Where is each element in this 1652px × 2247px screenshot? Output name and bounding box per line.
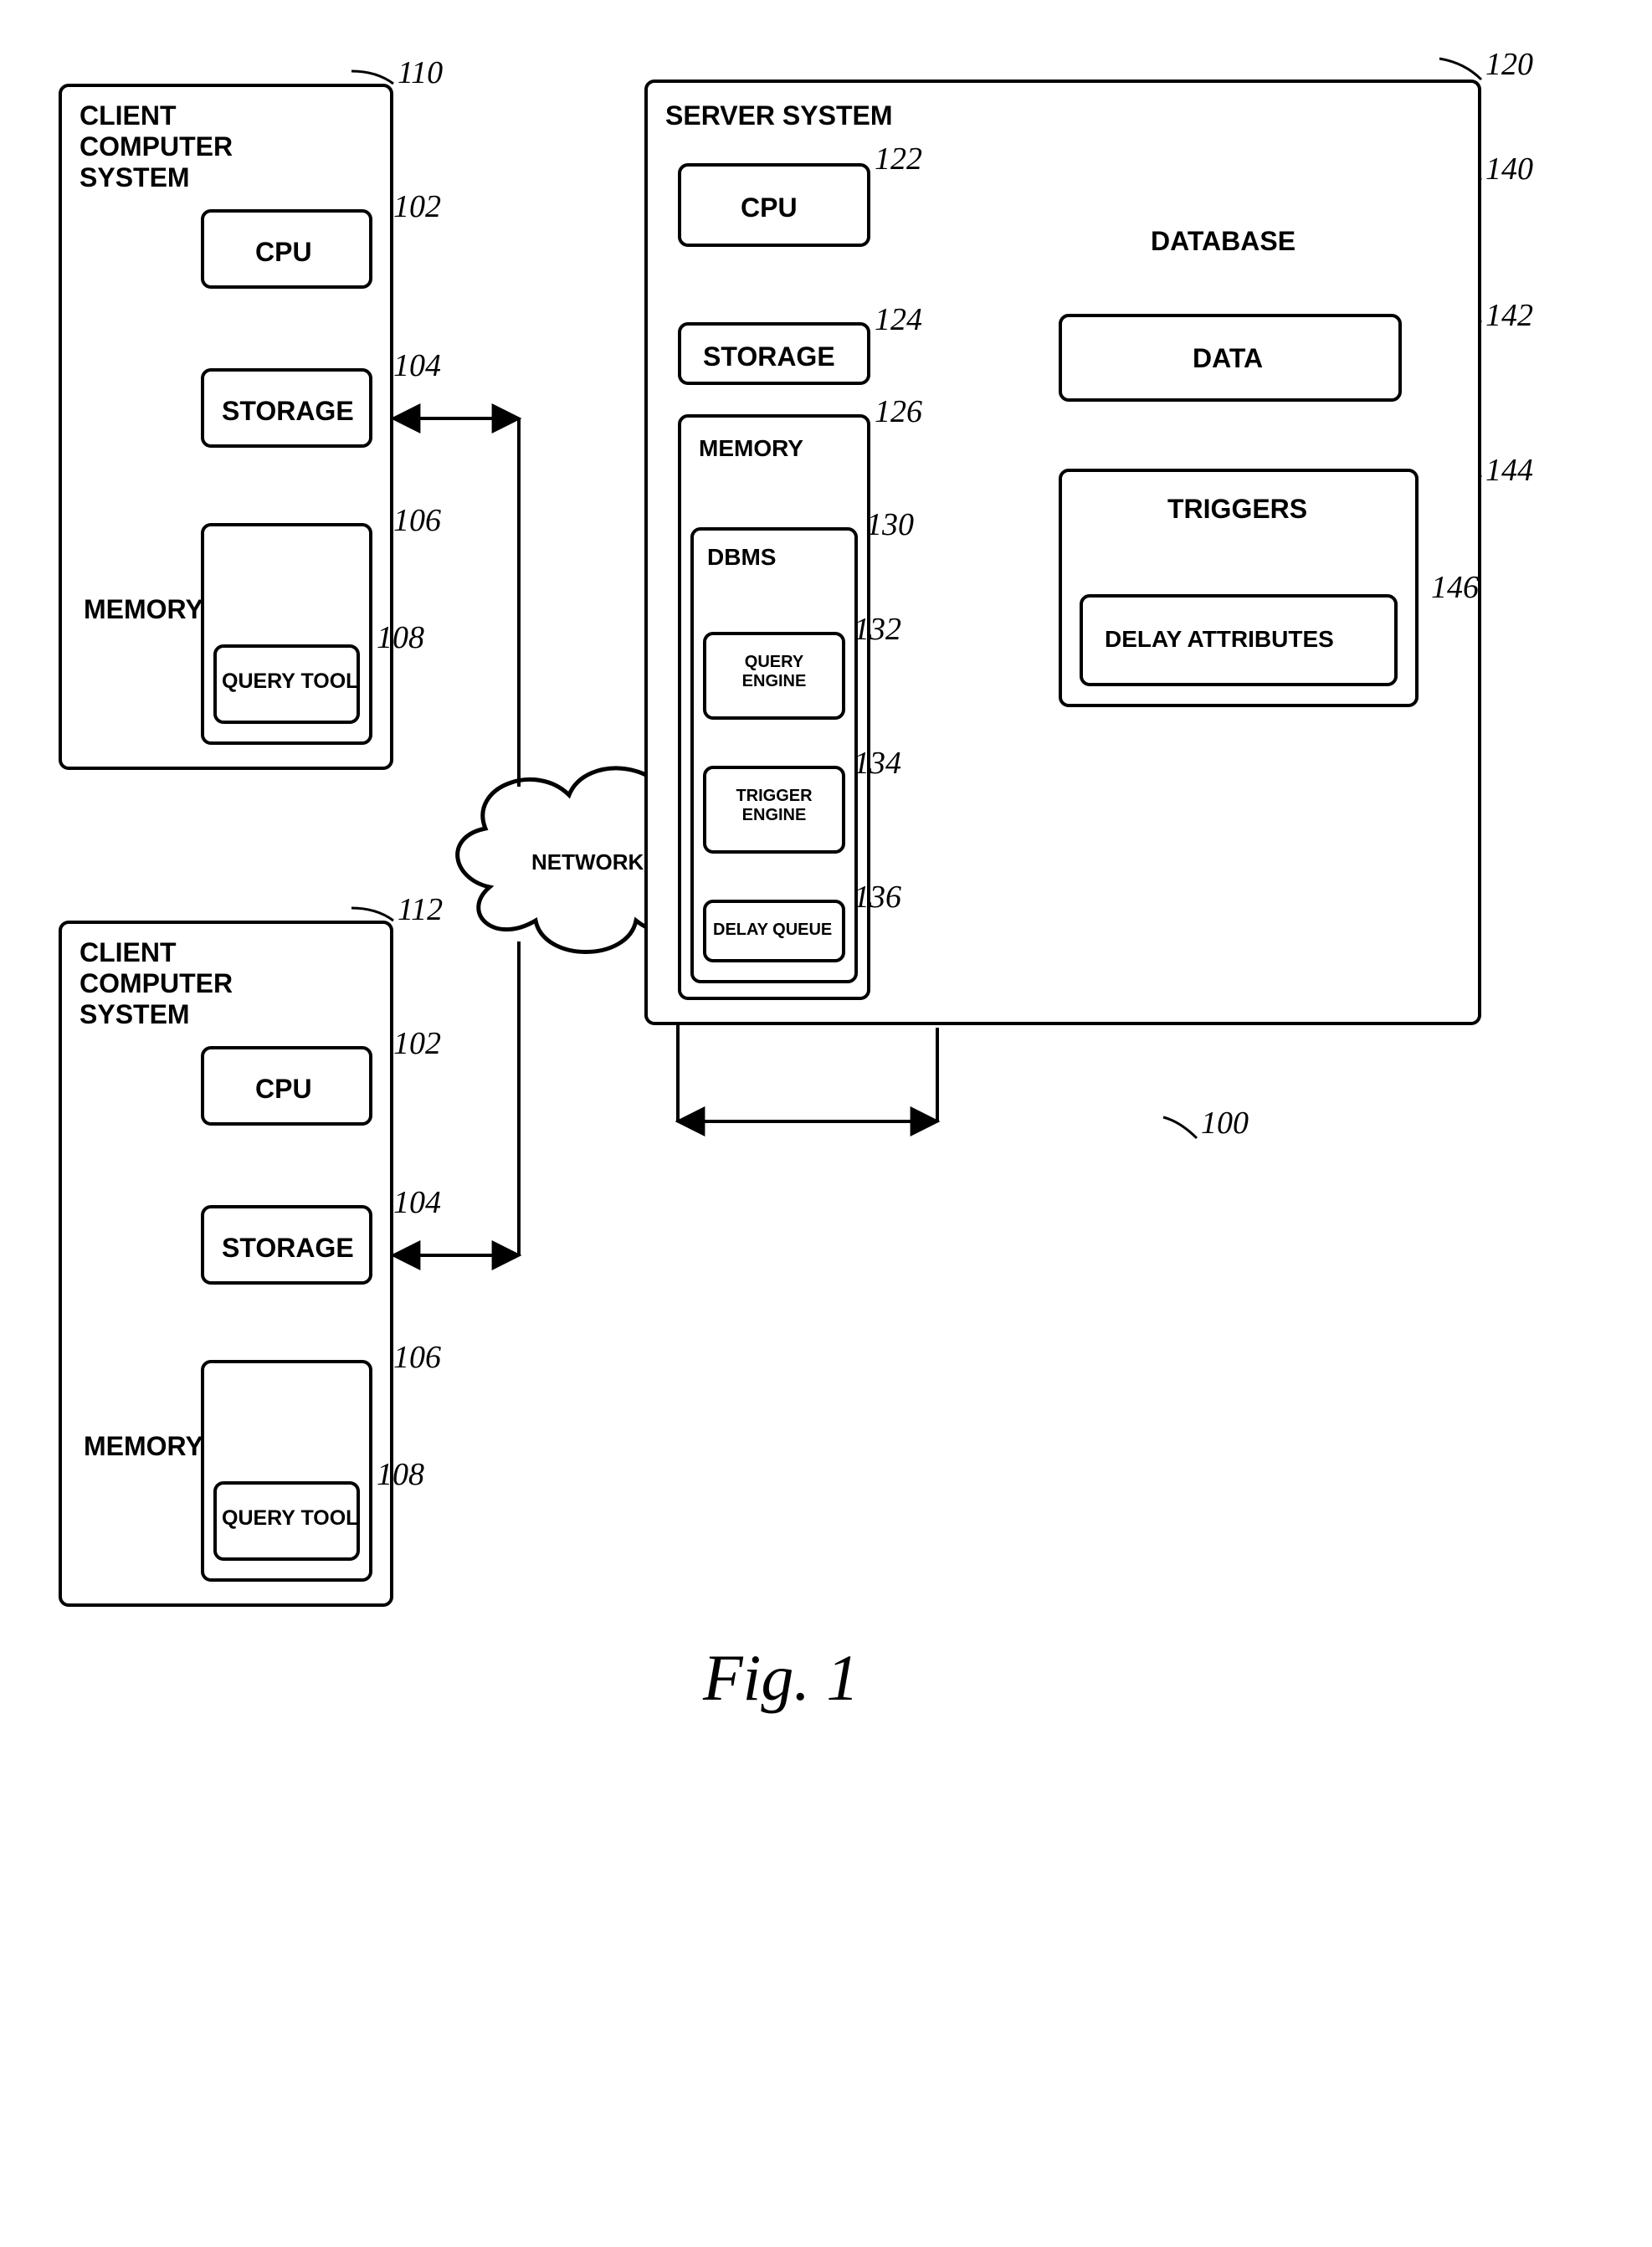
client2-title: CLIENT COMPUTER SYSTEM [80, 937, 233, 1029]
server-dq-label: DELAY QUEUE [713, 921, 832, 940]
client1-memory-label: MEMORY [84, 594, 203, 625]
ref-102b: 102 [393, 1025, 441, 1062]
client2-storage-label: STORAGE [222, 1233, 354, 1264]
db-trig-label: TRIGGERS [1167, 494, 1307, 525]
client1-qtool-label: QUERY TOOL [222, 669, 358, 694]
ref-106b: 106 [393, 1339, 441, 1376]
db-data-label: DATA [1193, 343, 1263, 374]
ref-122: 122 [875, 141, 922, 177]
client1-storage-label: STORAGE [222, 396, 354, 427]
client2-memory-label: MEMORY [84, 1431, 203, 1462]
ref-130: 130 [866, 506, 914, 543]
client2-qtool-label: QUERY TOOL [222, 1506, 358, 1531]
server-storage-label: STORAGE [703, 341, 835, 372]
ref-112: 112 [398, 891, 443, 928]
client1-cpu-label: CPU [255, 237, 312, 268]
db-title: DATABASE [1151, 226, 1295, 257]
ref-134: 134 [854, 745, 901, 782]
ref-124: 124 [875, 301, 922, 338]
client2-cpu-label: CPU [255, 1074, 312, 1105]
ref-140: 140 [1485, 151, 1533, 187]
server-title: SERVER SYSTEM [665, 100, 892, 131]
ref-104a: 104 [393, 347, 441, 384]
ref-108a: 108 [377, 619, 424, 656]
ref-146: 146 [1431, 569, 1479, 606]
network-label: NETWORK [531, 849, 644, 875]
ref-110: 110 [398, 54, 443, 91]
server-dbms-label: DBMS [707, 544, 776, 571]
ref-120: 120 [1485, 46, 1533, 83]
ref-104b: 104 [393, 1184, 441, 1221]
server-cpu-label: CPU [741, 192, 798, 223]
server-memory-label: MEMORY [699, 435, 803, 462]
ref-126: 126 [875, 393, 922, 430]
ref-106a: 106 [393, 502, 441, 539]
server-te-label: TRIGGER ENGINE [716, 787, 833, 825]
ref-144: 144 [1485, 452, 1533, 489]
ref-100: 100 [1201, 1105, 1249, 1141]
db-dattr-label: DELAY ATTRIBUTES [1105, 626, 1334, 653]
server-qe-label: QUERY ENGINE [716, 653, 833, 691]
client1-title: CLIENT COMPUTER SYSTEM [80, 100, 233, 192]
ref-102a: 102 [393, 188, 441, 225]
ref-132: 132 [854, 611, 901, 648]
figure-caption: Fig. 1 [703, 1640, 859, 1716]
ref-142: 142 [1485, 297, 1533, 334]
ref-108b: 108 [377, 1456, 424, 1493]
ref-136: 136 [854, 879, 901, 916]
